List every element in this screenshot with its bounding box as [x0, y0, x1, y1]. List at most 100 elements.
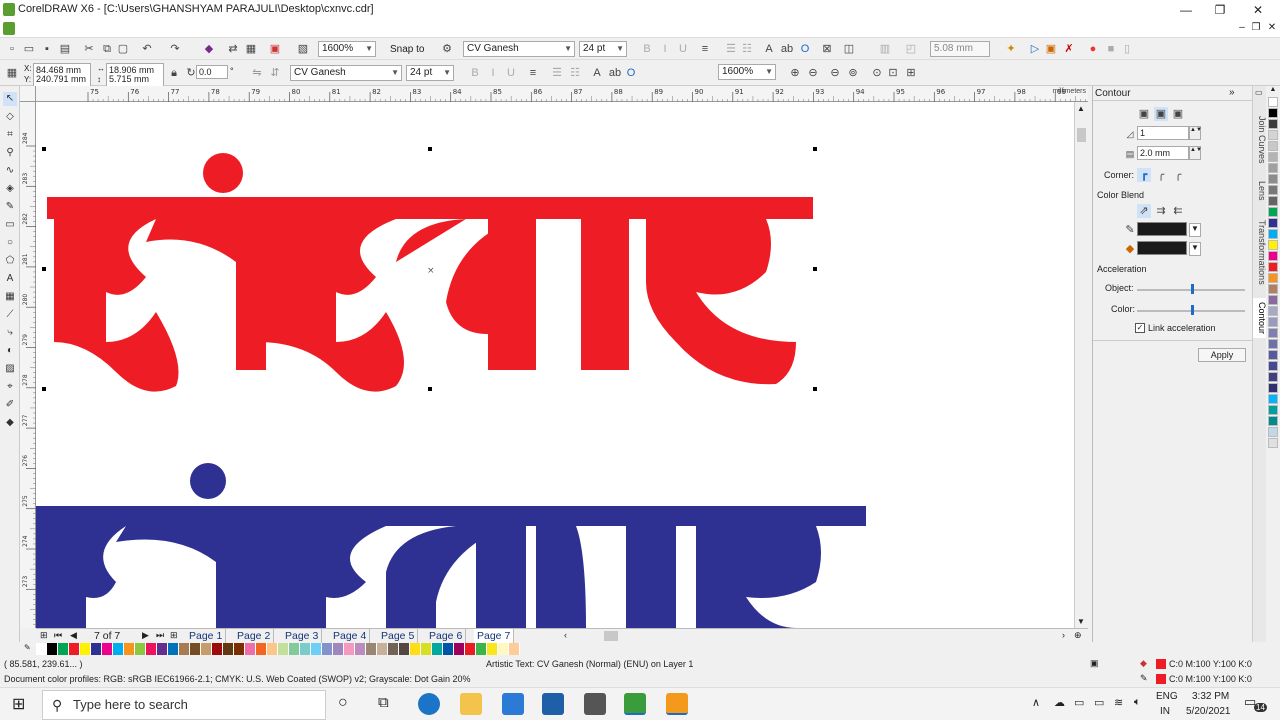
corel-connect-icon[interactable]: ▣ — [1044, 42, 1058, 56]
palette-swatch[interactable] — [388, 643, 399, 655]
edit-text-icon[interactable]: ab — [608, 66, 622, 80]
snap-to-button[interactable]: Snap to — [390, 44, 424, 55]
palette-swatch[interactable] — [1268, 97, 1278, 107]
nudge-distance-field[interactable]: 5.08 mm — [930, 41, 990, 57]
to-center-icon[interactable]: ▣ — [1137, 107, 1151, 121]
palette-swatch[interactable] — [1268, 306, 1278, 316]
connector-tool-icon[interactable]: ⤷ — [3, 326, 17, 340]
offset-field[interactable]: 2.0 mm — [1137, 146, 1189, 160]
bullet-list-icon[interactable]: ☰ — [724, 42, 738, 56]
tab-transformations[interactable]: Transformations — [1253, 212, 1267, 292]
object-accel-knob[interactable] — [1191, 284, 1194, 294]
windows-start-icon[interactable]: ⊞ — [12, 694, 25, 714]
clock-time[interactable]: 3:32 PM — [1192, 691, 1229, 702]
freehand-tool-icon[interactable]: ∿ — [3, 164, 17, 178]
linear-blend-icon[interactable]: ⇗ — [1137, 204, 1151, 218]
palette-swatch[interactable] — [432, 643, 443, 655]
blue-text-object[interactable] — [36, 463, 866, 628]
y-position-field[interactable]: 240.791 mm — [33, 73, 91, 87]
palette-swatch[interactable] — [410, 643, 421, 655]
publish-icon[interactable]: ▦ — [244, 42, 258, 56]
scroll-up-icon[interactable]: ▲ — [1077, 104, 1085, 113]
node-icon[interactable]: ◰ — [904, 42, 918, 56]
mail-icon[interactable] — [502, 693, 524, 715]
palette-swatch[interactable] — [1268, 383, 1278, 393]
zoom-navigator-icon[interactable]: ⊕ — [1074, 630, 1082, 641]
page-tab-6[interactable]: Page 6 — [426, 629, 467, 643]
paste-icon[interactable]: ▢ — [116, 42, 130, 56]
color-palette[interactable] — [36, 643, 526, 655]
dell-icon[interactable] — [542, 693, 564, 715]
property-size-combo[interactable]: 24 pt ▼ — [406, 65, 454, 81]
fill-tool-icon[interactable]: ◆ — [3, 416, 17, 430]
palette-swatch[interactable] — [1268, 207, 1278, 217]
new-document-icon[interactable]: ▫ — [5, 42, 19, 56]
font-list-combo[interactable]: CV Ganesh ▼ — [463, 41, 575, 57]
palette-swatch[interactable] — [36, 643, 47, 655]
outside-icon[interactable]: ▣ — [1171, 107, 1185, 121]
page-tab-4[interactable]: Page 4 — [330, 629, 371, 643]
hscroll-left-icon[interactable]: ‹ — [564, 630, 567, 640]
vertical-ruler[interactable]: 284 283 282 281 280 279 278 277 276 275 274 273 — [20, 102, 36, 628]
language-in[interactable]: IN — [1160, 706, 1170, 717]
lock-ratio-icon[interactable]: 🔒︎ — [167, 66, 181, 80]
palette-swatch[interactable] — [1268, 130, 1278, 140]
palette-swatch[interactable] — [47, 643, 58, 655]
language-eng[interactable]: ENG — [1156, 691, 1178, 702]
bold-icon[interactable]: B — [468, 66, 482, 80]
shape-tool-icon[interactable]: ◇ — [3, 110, 17, 124]
corner-round-icon[interactable]: ╭ — [1154, 168, 1168, 182]
height-field[interactable]: 5.715 mm — [106, 73, 164, 87]
palette-swatch[interactable] — [465, 643, 476, 655]
zoom-page-icon[interactable]: ⊙ — [870, 66, 884, 80]
redo-icon[interactable]: ↷ — [168, 42, 182, 56]
horizontal-ruler[interactable]: 75 76 77 78 79 80 81 82 83 84 85 86 87 88 89 90 91 92 93 94… — [36, 86, 1088, 102]
bullets-icon[interactable]: ☰ — [550, 66, 564, 80]
palette-swatch[interactable] — [366, 643, 377, 655]
palette-swatch[interactable] — [256, 643, 267, 655]
vertical-scrollbar[interactable]: ▲ ▼ — [1074, 102, 1088, 628]
mirror-horizontal-icon[interactable]: ⇋ — [250, 66, 264, 80]
outline-color-picker[interactable] — [1137, 222, 1187, 236]
grid-icon[interactable]: ▥ — [878, 42, 892, 56]
smart-fill-icon[interactable]: ◈ — [3, 182, 17, 196]
palette-swatch[interactable] — [1268, 273, 1278, 283]
table-tool-icon[interactable]: ▦ — [3, 290, 17, 304]
palette-swatch[interactable] — [58, 643, 69, 655]
text-tool-icon[interactable]: A — [3, 272, 17, 286]
inside-icon[interactable]: ▣ — [1154, 107, 1168, 121]
add-page-after-icon[interactable]: ⊞ — [170, 630, 178, 641]
screen-recorder-icon[interactable] — [666, 693, 688, 715]
artistic-media-icon[interactable]: ✎ — [3, 200, 17, 214]
palette-swatch[interactable] — [245, 643, 256, 655]
page-tab-5[interactable]: Page 5 — [378, 629, 419, 643]
first-page-icon[interactable]: ⏮ — [54, 630, 62, 641]
volume-icon[interactable]: 🔈︎ — [1134, 696, 1141, 709]
options-icon[interactable]: ⚙ — [440, 42, 454, 56]
palette-swatch[interactable] — [234, 643, 245, 655]
next-page-icon[interactable]: ▶ — [142, 630, 149, 641]
dimension-icon[interactable]: ◫ — [842, 42, 856, 56]
palette-swatch[interactable] — [102, 643, 113, 655]
file-explorer-icon[interactable] — [460, 693, 482, 715]
doc-close-button[interactable]: ✕ — [1262, 20, 1280, 36]
prev-page-icon[interactable]: ◀ — [70, 630, 77, 641]
palette-swatch[interactable] — [454, 643, 465, 655]
palette-swatch[interactable] — [1268, 438, 1278, 448]
meet-now-icon[interactable]: ▭ — [1074, 696, 1084, 709]
palette-swatch[interactable] — [355, 643, 366, 655]
last-page-icon[interactable]: ⏭ — [156, 630, 164, 641]
page-tab-1[interactable]: Page 1 — [186, 629, 227, 643]
ellipse-tool-icon[interactable]: ○ — [3, 236, 17, 250]
dimension-tool-icon[interactable]: ⟋ — [3, 308, 17, 322]
zoom-combo[interactable]: 1600% ▼ — [318, 41, 376, 57]
pause-icon[interactable]: ▯ — [1120, 42, 1134, 56]
stop-icon[interactable]: ■ — [1104, 42, 1118, 56]
underline-icon[interactable]: U — [676, 42, 690, 56]
cut-icon[interactable]: ✂ — [82, 42, 96, 56]
minimize-button[interactable]: — — [1176, 2, 1196, 18]
close-button[interactable]: ✕ — [1248, 2, 1268, 18]
palette-swatch[interactable] — [487, 643, 498, 655]
corner-miter-icon[interactable]: ┏ — [1137, 168, 1151, 182]
record-icon[interactable]: ● — [1086, 42, 1100, 56]
